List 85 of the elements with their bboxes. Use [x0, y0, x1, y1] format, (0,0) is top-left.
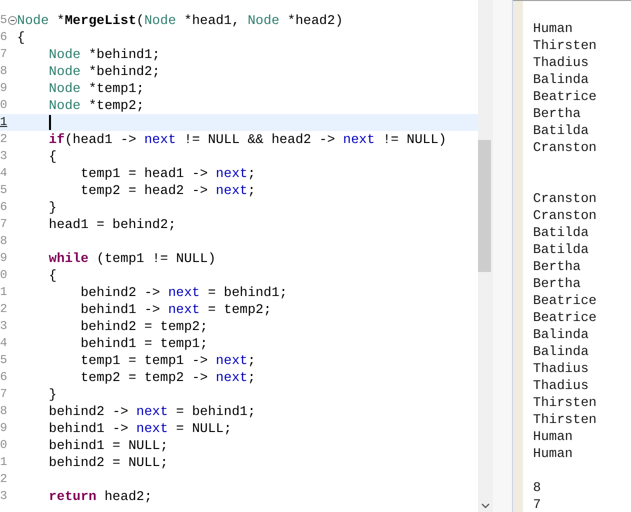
console-output-line: Balinda — [533, 327, 589, 342]
line-number: 8 — [0, 63, 8, 80]
code-line: temp1 = head1 -> next; — [80, 165, 256, 182]
console-output-line: Bertha — [533, 259, 581, 274]
console-output-line: 7 — [533, 497, 541, 512]
line-number: 3 — [0, 488, 8, 505]
code-line: Node *MergeList(Node *head1, Node *head2) — [17, 12, 344, 29]
line-number: 9 — [0, 420, 8, 437]
line-number: 8 — [0, 403, 8, 420]
console-output-line: Cranston — [533, 208, 597, 223]
code-line: behind1 -> next = NULL; — [48, 420, 232, 437]
console-output-line: Batilda — [533, 123, 589, 138]
console-output-line: Bertha — [533, 106, 581, 121]
line-number: 3 — [0, 318, 8, 335]
line-number: 6 — [0, 199, 8, 216]
console-output-line: Cranston — [533, 140, 597, 155]
line-number: 2 — [0, 301, 8, 318]
line-number: 5 — [0, 352, 8, 369]
code-line: { — [17, 29, 25, 46]
code-line: Node *behind2; — [48, 63, 160, 80]
line-number: 4 — [0, 335, 8, 352]
line-number: 6 — [0, 369, 8, 386]
line-number: 2 — [0, 131, 8, 148]
console-output-line: Human — [533, 429, 573, 444]
code-line: behind1 = NULL; — [48, 437, 168, 454]
code-line: temp2 = head2 -> next; — [80, 182, 256, 199]
line-number: 5 — [0, 12, 8, 29]
line-number: 0 — [0, 97, 8, 114]
console-output-line: Thadius — [533, 361, 589, 376]
code-line: } — [48, 199, 57, 216]
code-line: head1 = behind2; — [48, 216, 176, 233]
line-number: 7 — [0, 46, 8, 63]
console-output-line: Beatrice — [533, 89, 597, 104]
code-line: Node *behind1; — [48, 46, 160, 63]
scrollbar-thumb[interactable] — [478, 140, 491, 272]
line-number: 1 — [0, 284, 8, 301]
code-line: if(head1 -> next != NULL && head2 -> next != NULL) — [48, 131, 446, 148]
console-output-line: Cranston — [533, 191, 597, 206]
line-number: 6 — [0, 29, 8, 46]
code-line: Node *temp2; — [48, 97, 144, 114]
line-number: 3 — [0, 148, 8, 165]
code-line: { — [48, 148, 57, 165]
code-line: } — [48, 386, 57, 403]
code-line: behind1 = temp1; — [80, 335, 208, 352]
console-output-line: Bertha — [533, 276, 581, 291]
line-number: 5 — [0, 182, 8, 199]
line-number: 1 — [0, 454, 8, 471]
line-number: 9 — [0, 80, 8, 97]
code-line: behind2 -> next = behind1; — [48, 403, 256, 420]
code-line: temp1 = temp1 -> next; — [80, 352, 256, 369]
console-output-line: Human — [533, 446, 573, 461]
line-number: 4 — [0, 165, 8, 182]
code-line: temp2 = temp2 -> next; — [80, 369, 256, 386]
line-number: 2 — [0, 471, 8, 488]
console-output-line: Thadius — [533, 378, 589, 393]
console-output-line: Thirsten — [533, 395, 597, 410]
code-line: behind1 -> next = temp2; — [80, 301, 272, 318]
text-cursor — [49, 115, 51, 130]
line-number: 1 — [0, 114, 8, 131]
console-output-line: Thadius — [533, 55, 589, 70]
code-line: Node *temp1; — [48, 80, 144, 97]
console-output-line: Thirsten — [533, 412, 597, 427]
code-line: behind2 = NULL; — [48, 454, 168, 471]
line-number: 0 — [0, 267, 8, 284]
fold-collapse-icon[interactable] — [8, 16, 17, 25]
code-line: return head2; — [48, 488, 152, 505]
console-output-line: 8 — [533, 480, 541, 495]
scroll-down-icon[interactable] — [481, 503, 490, 509]
code-line: behind2 = temp2; — [80, 318, 208, 335]
line-number: 0 — [0, 437, 8, 454]
console-output-line: Balinda — [533, 344, 589, 359]
code-line: { — [48, 267, 57, 284]
line-number: 7 — [0, 386, 8, 403]
console-output-line: Batilda — [533, 242, 589, 257]
console-output-line: Beatrice — [533, 293, 597, 308]
line-number: 7 — [0, 216, 8, 233]
console-output-line: Human — [533, 21, 573, 36]
console-output-line: Beatrice — [533, 310, 597, 325]
console-output-line: Balinda — [533, 72, 589, 87]
line-number: 9 — [0, 250, 8, 267]
console-output-line: Batilda — [533, 225, 589, 240]
code-line: while (temp1 != NULL) — [48, 250, 216, 267]
console-output-line: Thirsten — [533, 38, 597, 53]
code-line: behind2 -> next = behind1; — [80, 284, 288, 301]
line-number: 8 — [0, 233, 8, 250]
